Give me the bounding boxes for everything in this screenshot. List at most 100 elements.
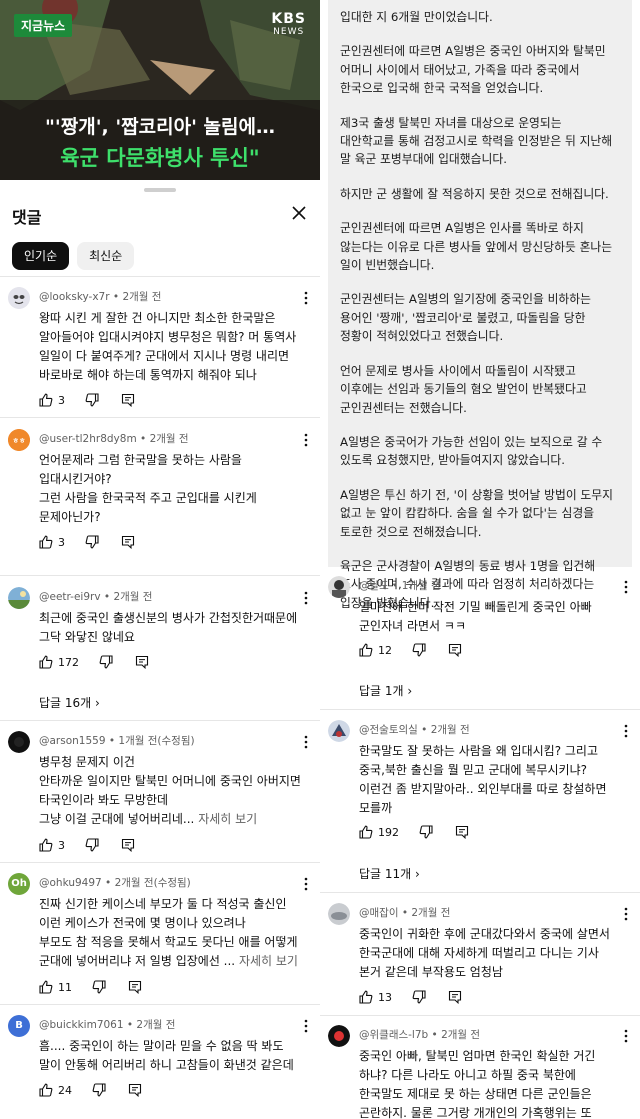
news-logo-text: NEWS	[273, 27, 305, 37]
thumbs-up-icon[interactable]	[39, 838, 53, 852]
more-options-icon[interactable]	[300, 291, 312, 305]
comment-time: 2개월 전	[441, 1029, 481, 1041]
reply-icon[interactable]	[128, 1083, 142, 1097]
comment-time: 2개월 전	[411, 907, 451, 919]
sort-latest-chip[interactable]: 최신순	[77, 242, 135, 270]
chips-divider	[0, 276, 320, 277]
more-options-icon[interactable]	[300, 877, 312, 891]
drag-handle[interactable]	[144, 188, 176, 192]
more-options-icon[interactable]	[620, 724, 632, 738]
thumbs-down-icon[interactable]	[85, 838, 99, 852]
comment-time: 1개월 전(수정됨)	[118, 735, 195, 747]
thumbs-up-icon[interactable]	[39, 535, 53, 549]
comment-author[interactable]: @매잡이	[359, 907, 398, 919]
replies-label: 답글 11개	[359, 867, 412, 881]
thumbs-up-icon[interactable]	[39, 655, 53, 669]
read-more-link[interactable]: 자세히 보기	[239, 954, 298, 968]
comment-author[interactable]: @user-tl2hr8dy8m	[39, 433, 137, 445]
chevron-right-icon: ›	[95, 696, 100, 710]
comment-time: 2개월 전	[113, 591, 153, 603]
comment-line: 입대시킨거야?	[39, 472, 112, 486]
close-icon[interactable]	[290, 204, 308, 222]
avatar[interactable]	[8, 731, 30, 753]
comment-author[interactable]: @위클래스-l7b	[359, 1029, 428, 1041]
avatar[interactable]	[328, 576, 350, 598]
comment-line: 이런 케이스가 전국에 몇 명이나 있으려나	[39, 916, 246, 930]
more-options-icon[interactable]	[300, 433, 312, 447]
article-line: 군인권센터는 A일병의 일기장에 중국인을 비하하는	[340, 292, 591, 307]
more-options-icon[interactable]	[300, 1019, 312, 1033]
comment-line: 바로바로 해야 하는데 통역까지 해줘야 되나	[39, 368, 257, 382]
article-line: 용어인 '짱깨', '짭코리아'로 불렸고, 따돌림을 당한	[340, 310, 586, 325]
thumbs-down-icon[interactable]	[419, 825, 433, 839]
thumbs-down-icon[interactable]	[412, 643, 426, 657]
thumbs-down-icon[interactable]	[85, 535, 99, 549]
comment-divider	[0, 417, 320, 418]
thumbs-down-icon[interactable]	[85, 393, 99, 407]
comment-time: 2개월 전	[136, 1019, 176, 1031]
thumbs-up-icon[interactable]	[39, 1083, 53, 1097]
comment-text: 병무청 문제지 이건 안타까운 일이지만 탈북민 어머니에 중국인 아버지면 타…	[39, 753, 301, 829]
sort-popular-chip[interactable]: 인기순	[12, 242, 70, 270]
thumbs-up-icon[interactable]	[39, 980, 53, 994]
avatar[interactable]: Oh	[8, 873, 30, 895]
thumbs-up-icon[interactable]	[359, 990, 373, 1004]
comment-line: 하냐? 다른 나라도 아니고 하필 중국 북한에	[359, 1068, 576, 1082]
avatar[interactable]	[328, 720, 350, 742]
comment-line: 얼마전에 한미 작전 기밀 빼돌린게 중국인 아빠	[359, 600, 592, 614]
thumbs-down-icon[interactable]	[99, 655, 113, 669]
comment-author[interactable]: @날도	[359, 580, 389, 592]
read-more-link[interactable]: 자세히 보기	[198, 812, 257, 826]
more-options-icon[interactable]	[620, 580, 632, 594]
thumbs-up-icon[interactable]	[359, 643, 373, 657]
avatar[interactable]	[328, 1025, 350, 1047]
reply-icon[interactable]	[121, 838, 135, 852]
comment-author[interactable]: @looksky-x7r	[39, 291, 110, 303]
reply-icon[interactable]	[121, 535, 135, 549]
comment-line: 왕따 시킨 게 잘한 건 아니지만 최소한 한국말은	[39, 311, 276, 325]
comment-author[interactable]: @buickkim7061	[39, 1019, 124, 1031]
avatar[interactable]: B	[8, 1015, 30, 1037]
article-line: 대안학교를 통해 검정고시로 학력을 인정받은 뒤 지난해	[340, 134, 613, 149]
comment-author[interactable]: @전술토의실	[359, 724, 418, 736]
avatar[interactable]	[8, 587, 30, 609]
chevron-right-icon: ›	[415, 867, 420, 881]
more-options-icon[interactable]	[620, 1029, 632, 1043]
comment-author[interactable]: @eetr-ei9rv	[39, 591, 101, 603]
more-options-icon[interactable]	[300, 591, 312, 605]
comment-meta: @looksky-x7r • 2개월 전	[39, 291, 162, 303]
thumbs-up-icon[interactable]	[359, 825, 373, 839]
comment-meta: @arson1559 • 1개월 전(수정됨)	[39, 735, 195, 747]
view-replies-button[interactable]: 답글 11개 ›	[359, 865, 420, 882]
more-options-icon[interactable]	[620, 907, 632, 921]
comment-line: 병무청 문제지 이건	[39, 755, 135, 769]
comment-time: 2개월 전(수정됨)	[114, 877, 191, 889]
news-thumbnail[interactable]: 지금뉴스 KBS NEWS "'짱개', '짭코리아' 놀림에… 육군 다문화병…	[0, 0, 320, 180]
reply-icon[interactable]	[455, 825, 469, 839]
avatar[interactable]	[328, 903, 350, 925]
reply-icon[interactable]	[448, 643, 462, 657]
comment-author[interactable]: @ohku9497	[39, 877, 102, 889]
thumbs-down-icon[interactable]	[92, 980, 106, 994]
comment-author[interactable]: @arson1559	[39, 735, 106, 747]
view-replies-button[interactable]: 답글 16개 ›	[39, 694, 100, 711]
reply-icon[interactable]	[128, 980, 142, 994]
reply-icon[interactable]	[121, 393, 135, 407]
view-replies-button[interactable]: 답글 1개 ›	[359, 682, 412, 699]
comment-actions: 13	[359, 989, 462, 1005]
more-options-icon[interactable]	[300, 735, 312, 749]
comment-line: 본거 같은데 부작용도 엄청남	[359, 965, 503, 979]
reply-icon[interactable]	[448, 990, 462, 1004]
thumbs-up-icon[interactable]	[39, 393, 53, 407]
reply-icon[interactable]	[135, 655, 149, 669]
avatar[interactable]: ㅎㅎ	[8, 429, 30, 451]
thumbs-down-icon[interactable]	[412, 990, 426, 1004]
comment-line: 일일이 다 붙여주게? 군대에서 지시나 명령 내리면	[39, 349, 290, 363]
avatar[interactable]	[8, 287, 30, 309]
comment-time: 2개월 전	[149, 433, 189, 445]
thumbs-down-icon[interactable]	[92, 1083, 106, 1097]
comment-line: 한국말도 잘 못하는 사람을 왜 입대시킴? 그리고	[359, 744, 599, 758]
comment-line: 언어문제라 그럼 한국말을 못하는 사람을	[39, 453, 242, 467]
comment-meta: @전술토의실 • 2개월 전	[359, 724, 470, 736]
comment-divider	[320, 892, 640, 893]
